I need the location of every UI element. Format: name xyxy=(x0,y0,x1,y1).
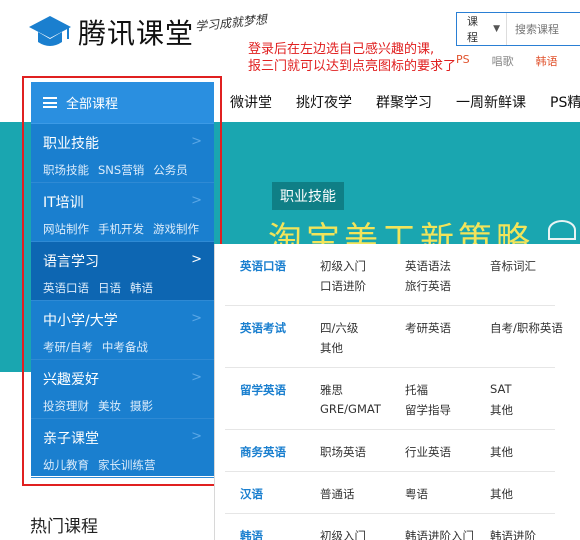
category-flyout-panel: 英语口语 初级入门 英语语法 音标词汇 口语进阶 旅行英语 英语考试 四/六级 考研英语 自考/职… xyxy=(214,244,580,540)
flyout-course-link[interactable]: 普通话 xyxy=(320,486,355,502)
flyout-course-link[interactable]: 雅思 xyxy=(320,382,343,398)
flyout-course-link[interactable]: 初级入门 xyxy=(320,528,366,540)
flyout-course-link[interactable]: 其他 xyxy=(490,486,513,502)
flyout-course-link[interactable]: GRE/GMAT xyxy=(320,402,381,416)
flyout-course-link[interactable]: 四/六级 xyxy=(320,320,358,336)
search-category-select[interactable]: 课程 ▼ xyxy=(457,13,507,45)
graduation-cap-icon xyxy=(29,16,71,46)
hot-search-tags: PS 唱歌 韩语 xyxy=(456,53,580,69)
flyout-row: 商务英语 职场英语 行业英语 其他 xyxy=(225,430,555,472)
top-navigation: 微讲堂挑灯夜学群聚学习一周新鲜课 PS精选 xyxy=(214,92,580,122)
flyout-course-link[interactable]: 英语语法 xyxy=(405,258,451,274)
flyout-course-link[interactable]: 粤语 xyxy=(405,486,428,502)
flyout-course-link[interactable]: 其他 xyxy=(490,402,513,418)
flyout-course-link[interactable]: 韩语进阶 xyxy=(490,528,536,540)
flyout-category-label[interactable]: 汉语 xyxy=(240,486,263,502)
topnav-item[interactable]: 一周新鲜课 xyxy=(456,92,526,122)
flyout-course-link[interactable]: 职场英语 xyxy=(320,444,366,460)
flyout-course-link[interactable]: SAT xyxy=(490,382,512,396)
search-box: 课程 ▼ xyxy=(456,12,580,46)
flyout-row: 留学英语 雅思 托福 SAT GRE/GMAT 留学指导 其他 xyxy=(225,368,555,430)
flyout-category-label[interactable]: 韩语 xyxy=(240,528,263,540)
flyout-course-link[interactable]: 其他 xyxy=(490,444,513,460)
flyout-course-link[interactable]: 留学指导 xyxy=(405,402,451,418)
flyout-course-link[interactable]: 行业英语 xyxy=(405,444,451,460)
topnav-item[interactable]: 群聚学习 xyxy=(376,92,432,122)
flyout-course-link[interactable]: 托福 xyxy=(405,382,428,398)
flyout-row: 汉语 普通话 粤语 其他 xyxy=(225,472,555,514)
flyout-category-label[interactable]: 商务英语 xyxy=(240,444,286,460)
flyout-row: 英语口语 初级入门 英语语法 音标词汇口语进阶 旅行英语 xyxy=(225,244,555,306)
annotation-line-2: 报三门就可以达到点亮图标的要求了 xyxy=(248,59,457,74)
banner-title: 淘宝美工新策略 xyxy=(268,220,534,247)
caret-down-icon: ▼ xyxy=(493,24,500,34)
hot-tag[interactable]: 唱歌 xyxy=(492,53,514,69)
flyout-category-label[interactable]: 英语考试 xyxy=(240,320,286,336)
logo-text: 腾讯课堂 xyxy=(78,17,195,50)
annotation-line-1: 登录后在左边选自己感兴趣的课, xyxy=(248,42,435,57)
search-category-label: 课程 xyxy=(467,15,478,44)
flyout-course-link[interactable]: 自考/职称英语 xyxy=(490,320,563,336)
banner-badge: 职业技能 xyxy=(272,182,344,210)
flyout-course-link[interactable]: 音标词汇 xyxy=(490,258,536,274)
annotation-highlight-box xyxy=(22,76,222,486)
topnav-item[interactable]: 挑灯夜学 xyxy=(296,92,352,122)
flyout-course-link[interactable]: 初级入门 xyxy=(320,258,366,274)
instruction-annotation: 登录后在左边选自己感兴趣的课, 报三门就可以达到点亮图标的要求了 xyxy=(248,41,456,75)
flyout-row: 英语考试 四/六级 考研英语 自考/职称英语其他 xyxy=(225,306,563,368)
topnav-item[interactable]: PS精选 xyxy=(550,92,580,122)
flyout-course-link[interactable]: 考研英语 xyxy=(405,320,451,336)
flyout-category-label[interactable]: 英语口语 xyxy=(240,258,286,274)
slogan: 学习成就梦想 xyxy=(194,12,268,34)
flyout-category-label[interactable]: 留学英语 xyxy=(240,382,286,398)
flyout-course-link[interactable]: 口语进阶 xyxy=(320,278,366,294)
hot-tag[interactable]: PS xyxy=(456,53,470,69)
flyout-course-link[interactable]: 旅行英语 xyxy=(405,278,451,294)
topnav-item[interactable]: 微讲堂 xyxy=(230,92,272,122)
flyout-course-link[interactable]: 韩语进阶入门 xyxy=(405,528,474,540)
banner-decoration-icon xyxy=(548,220,576,240)
flyout-row: 韩语 初级入门 韩语进阶入门 韩语进阶 xyxy=(225,514,555,540)
site-logo[interactable]: 腾讯课堂 xyxy=(28,10,194,54)
search-input[interactable] xyxy=(515,22,580,36)
hot-courses-title: 热门课程 xyxy=(30,517,98,537)
hot-tag[interactable]: 韩语 xyxy=(536,53,558,69)
flyout-course-link[interactable]: 其他 xyxy=(320,340,343,356)
